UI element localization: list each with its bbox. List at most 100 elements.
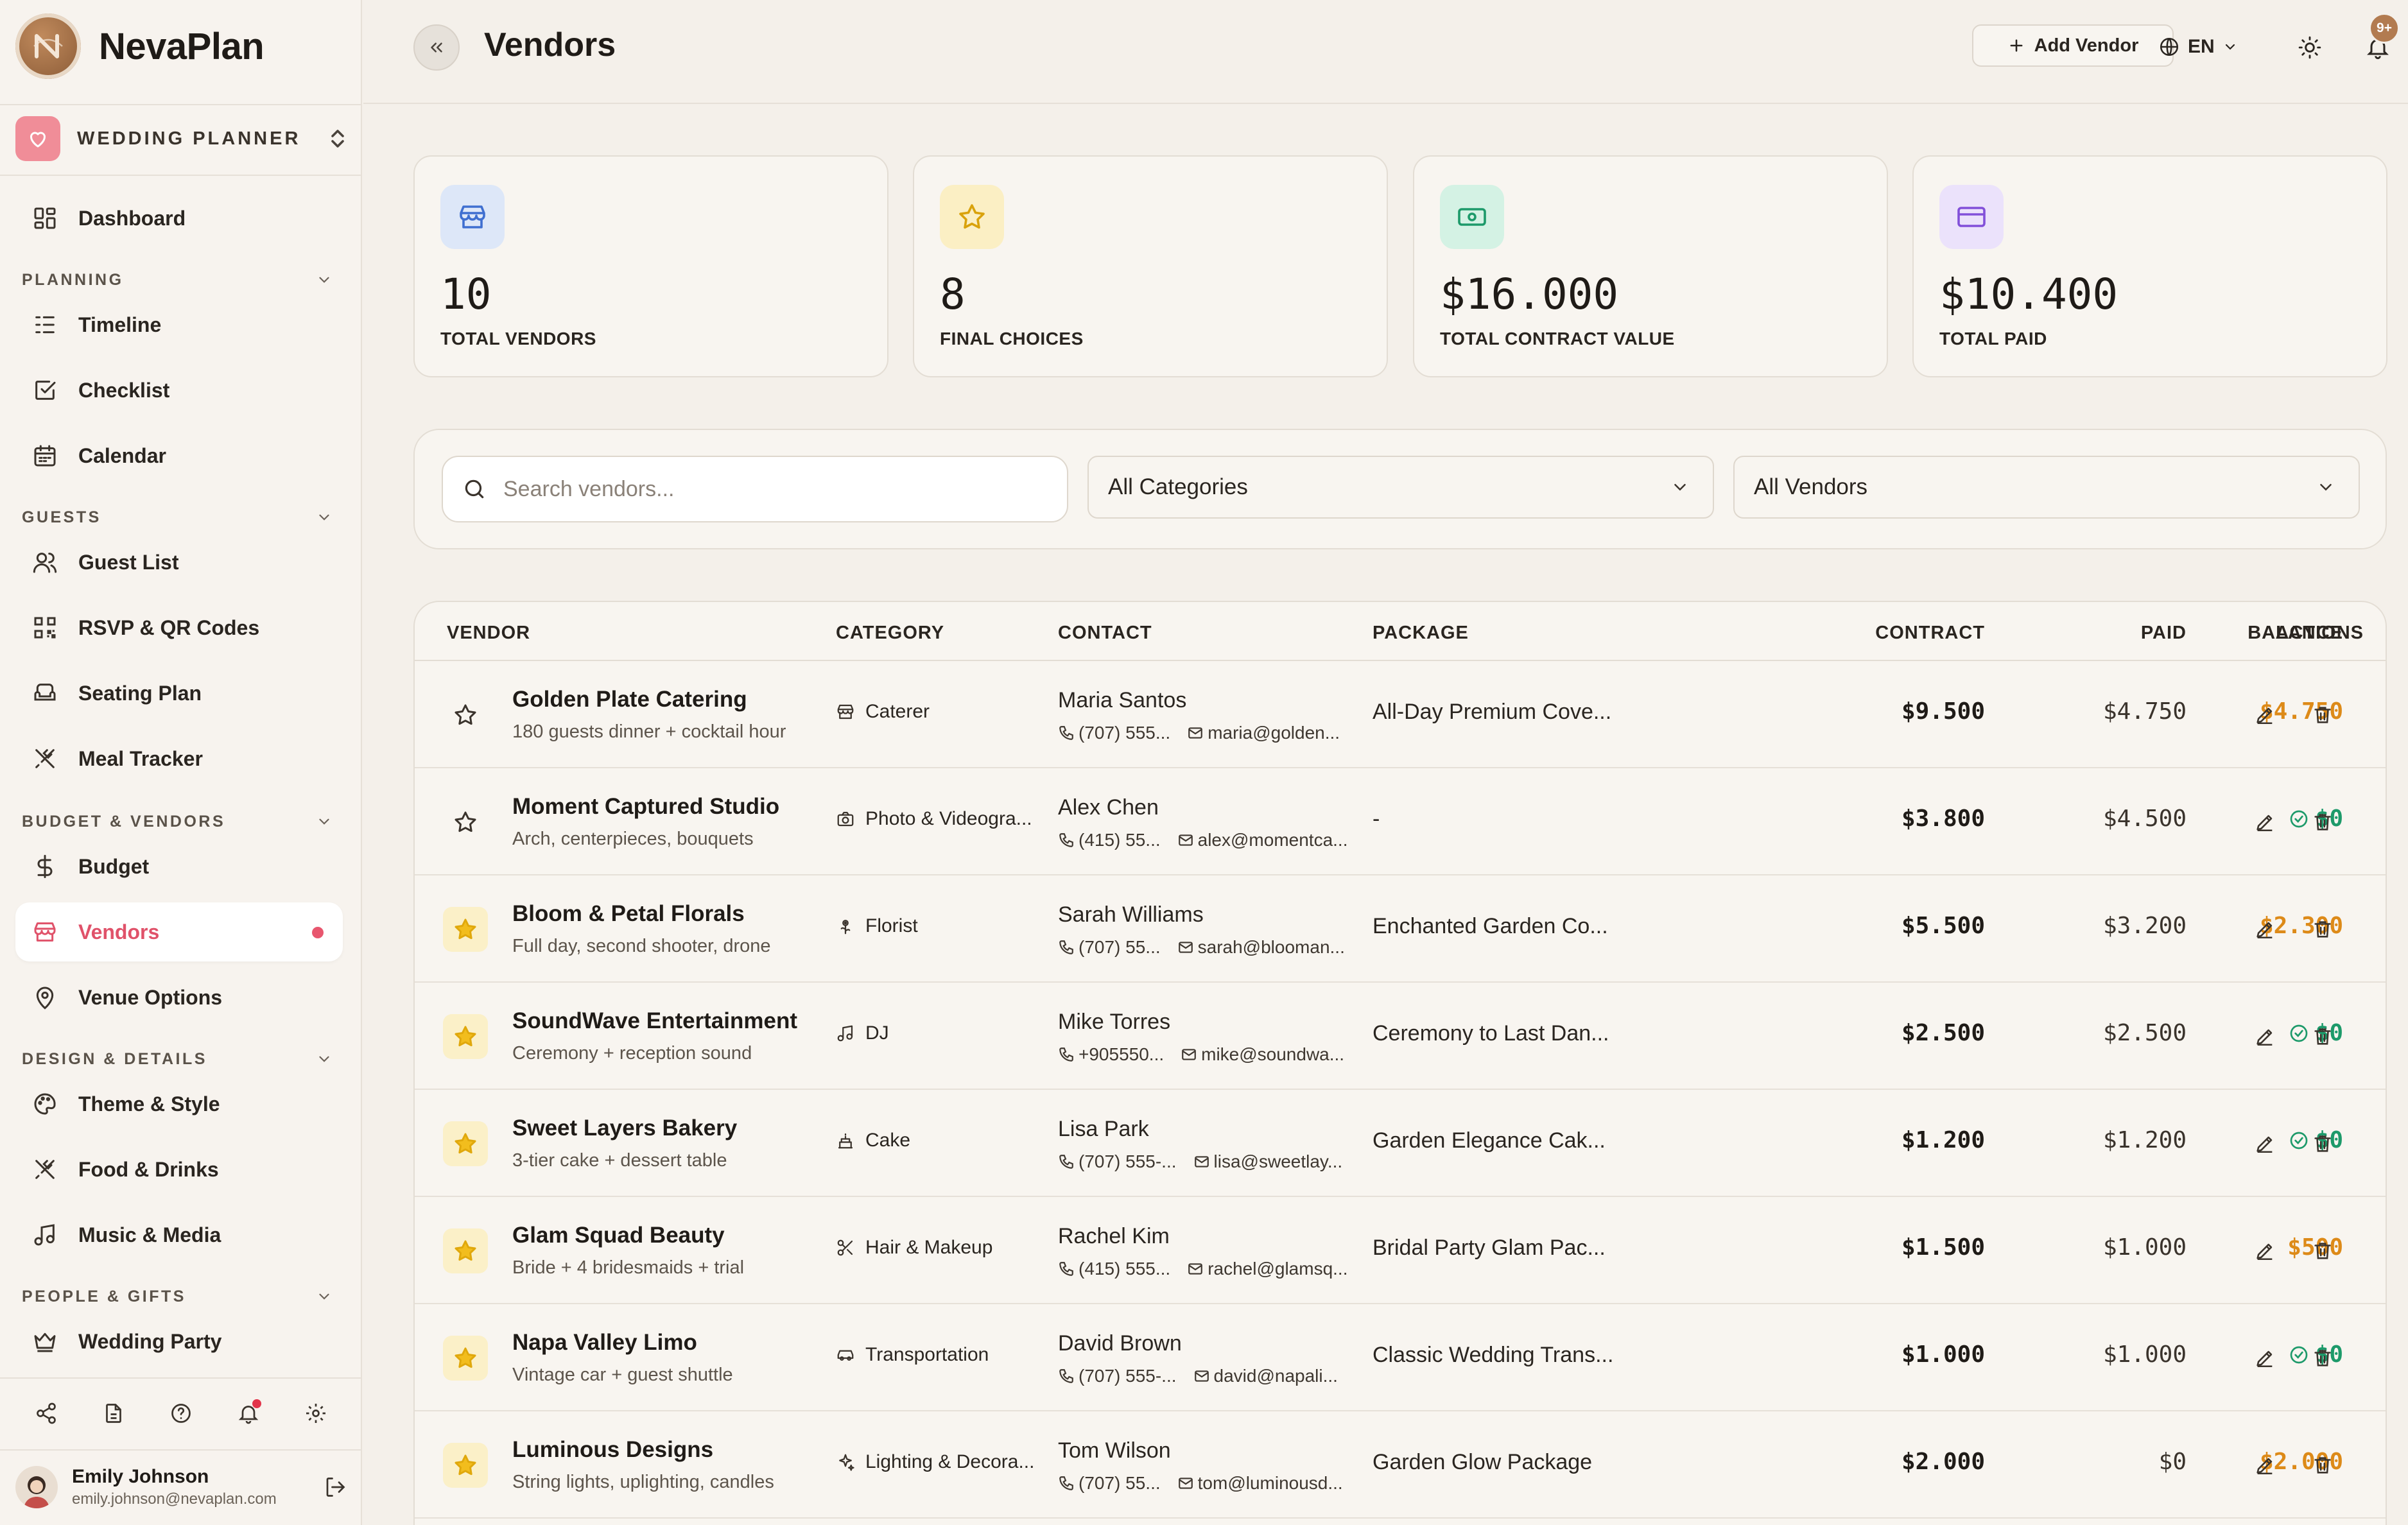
delete-button[interactable] <box>2308 1451 2337 1479</box>
document-icon[interactable] <box>96 1395 132 1431</box>
sidebar-item-vendors[interactable]: Vendors <box>15 902 343 961</box>
sidebar-item-budget[interactable]: Budget <box>15 837 343 896</box>
logout-icon[interactable] <box>324 1476 347 1499</box>
column-header-paid[interactable]: PAID <box>2020 623 2187 644</box>
column-header-contact[interactable]: CONTACT <box>1058 623 1152 644</box>
sidebar-item-theme-style[interactable]: Theme & Style <box>15 1074 343 1133</box>
vendor-name[interactable]: SoundWave Entertainment <box>512 1008 797 1034</box>
column-header-category[interactable]: CATEGORY <box>836 623 944 644</box>
column-header-contract[interactable]: CONTRACT <box>1840 623 1985 644</box>
delete-button[interactable] <box>2308 915 2337 943</box>
search-input[interactable]: Search vendors... <box>442 456 1068 522</box>
contact-phone[interactable]: (415) 555... <box>1078 1259 1170 1279</box>
status-select[interactable]: All Vendors <box>1733 456 2360 519</box>
brand[interactable]: NevaPlan <box>15 13 264 79</box>
vendor-name[interactable]: Luminous Designs <box>512 1437 713 1463</box>
column-header-package[interactable]: PACKAGE <box>1373 623 1469 644</box>
contact-email[interactable]: lisa@sweetlay... <box>1214 1151 1343 1172</box>
favorite-toggle[interactable] <box>443 1121 488 1166</box>
sidebar-item-checklist[interactable]: Checklist <box>15 361 343 420</box>
favorite-toggle[interactable] <box>443 907 488 952</box>
contact-email[interactable]: tom@luminousd... <box>1198 1473 1343 1494</box>
table-row[interactable]: Sweet Layers Bakery 3-tier cake + desser… <box>415 1090 2386 1197</box>
vendor-name[interactable]: Moment Captured Studio <box>512 794 779 820</box>
share-icon[interactable] <box>28 1395 64 1431</box>
contact-email[interactable]: alex@momentca... <box>1198 830 1348 850</box>
contact-phone[interactable]: (707) 55... <box>1078 1473 1161 1494</box>
category-select[interactable]: All Categories <box>1087 456 1714 519</box>
contact-phone[interactable]: (415) 55... <box>1078 830 1161 850</box>
edit-button[interactable] <box>2251 808 2279 836</box>
table-row[interactable]: Glam Squad Beauty Bride + 4 bridesmaids … <box>415 1197 2386 1304</box>
sidebar-item-wedding-party[interactable]: Wedding Party <box>15 1312 343 1371</box>
table-row[interactable]: Moment Captured Studio Arch, centerpiece… <box>415 768 2386 875</box>
help-icon[interactable] <box>163 1395 199 1431</box>
project-switcher[interactable]: WEDDING PLANNER <box>15 116 347 162</box>
edit-button[interactable] <box>2251 1344 2279 1372</box>
section-design-details[interactable]: DESIGN & DETAILS <box>22 1046 333 1072</box>
section-people-gifts[interactable]: PEOPLE & GIFTS <box>22 1284 333 1309</box>
table-row[interactable]: Napa Valley Limo Vintage car + guest shu… <box>415 1304 2386 1411</box>
contact-phone[interactable]: (707) 555... <box>1078 723 1170 743</box>
star-icon <box>455 1454 476 1476</box>
contact-phone[interactable]: (707) 555-... <box>1078 1366 1177 1386</box>
table-row[interactable]: Bloom & Petal Florals Full day, second s… <box>415 875 2386 983</box>
edit-button[interactable] <box>2251 701 2279 729</box>
delete-button[interactable] <box>2308 1237 2337 1265</box>
sidebar-item-dashboard[interactable]: Dashboard <box>15 189 343 248</box>
vendor-name[interactable]: Napa Valley Limo <box>512 1330 697 1356</box>
section-budget-vendors[interactable]: BUDGET & VENDORS <box>22 809 333 834</box>
gear-icon[interactable] <box>298 1395 334 1431</box>
delete-button[interactable] <box>2308 1130 2337 1158</box>
contact-phone[interactable]: (707) 55... <box>1078 937 1161 958</box>
vendor-name[interactable]: Golden Plate Catering <box>512 687 747 712</box>
add-vendor-button[interactable]: Add Vendor <box>1972 24 2174 67</box>
sidebar-item-music-media[interactable]: Music & Media <box>15 1205 343 1264</box>
vendor-name[interactable]: Bloom & Petal Florals <box>512 901 745 927</box>
vendor-name[interactable]: Glam Squad Beauty <box>512 1223 725 1248</box>
favorite-toggle[interactable] <box>443 693 488 737</box>
section-guests[interactable]: GUESTS <box>22 504 333 530</box>
heart-icon <box>15 116 60 161</box>
edit-button[interactable] <box>2251 915 2279 943</box>
delete-button[interactable] <box>2308 1022 2337 1051</box>
sidebar-item-food-drinks[interactable]: Food & Drinks <box>15 1140 343 1199</box>
collapse-sidebar-button[interactable] <box>413 24 460 71</box>
vendor-name[interactable]: Sweet Layers Bakery <box>512 1116 737 1141</box>
delete-button[interactable] <box>2308 1344 2337 1372</box>
edit-button[interactable] <box>2251 1130 2279 1158</box>
table-row[interactable]: Golden Plate Catering 180 guests dinner … <box>415 661 2386 768</box>
sidebar-item-timeline[interactable]: Timeline <box>15 295 343 354</box>
sidebar-item-venue-options[interactable]: Venue Options <box>15 968 343 1027</box>
contact-email[interactable]: mike@soundwa... <box>1201 1044 1344 1065</box>
theme-toggle-button[interactable] <box>2292 30 2328 65</box>
sidebar-item-meal-tracker[interactable]: Meal Tracker <box>15 729 343 788</box>
favorite-toggle[interactable] <box>443 1228 488 1273</box>
sidebar-item-seating-plan[interactable]: Seating Plan <box>15 664 343 723</box>
delete-button[interactable] <box>2308 701 2337 729</box>
edit-button[interactable] <box>2251 1022 2279 1051</box>
contact-phone[interactable]: +905550... <box>1078 1044 1164 1065</box>
sidebar-item-calendar[interactable]: Calendar <box>15 426 343 485</box>
contact-email[interactable]: maria@golden... <box>1208 723 1340 743</box>
contact-email[interactable]: rachel@glamsq... <box>1208 1259 1347 1279</box>
contact-email[interactable]: sarah@blooman... <box>1198 937 1345 958</box>
section-planning[interactable]: PLANNING <box>22 267 333 293</box>
user-profile[interactable]: Emily Johnson emily.johnson@nevaplan.com <box>15 1458 347 1516</box>
bell-icon[interactable] <box>230 1395 266 1431</box>
sidebar-item-rsvp[interactable]: RSVP & QR Codes <box>15 598 343 657</box>
edit-button[interactable] <box>2251 1237 2279 1265</box>
contact-phone[interactable]: (707) 555-... <box>1078 1151 1177 1172</box>
table-row[interactable]: Luminous Designs String lights, uplighti… <box>415 1411 2386 1519</box>
language-selector[interactable]: EN <box>2158 26 2238 68</box>
table-row[interactable]: SoundWave Entertainment Ceremony + recep… <box>415 983 2386 1090</box>
favorite-toggle[interactable] <box>443 1014 488 1059</box>
favorite-toggle[interactable] <box>443 1443 488 1488</box>
column-header-vendor[interactable]: VENDOR <box>447 623 530 644</box>
sidebar-item-guest-list[interactable]: Guest List <box>15 533 343 592</box>
delete-button[interactable] <box>2308 808 2337 836</box>
edit-button[interactable] <box>2251 1451 2279 1479</box>
favorite-toggle[interactable] <box>443 1336 488 1381</box>
favorite-toggle[interactable] <box>443 800 488 845</box>
contact-email[interactable]: david@napali... <box>1214 1366 1338 1386</box>
